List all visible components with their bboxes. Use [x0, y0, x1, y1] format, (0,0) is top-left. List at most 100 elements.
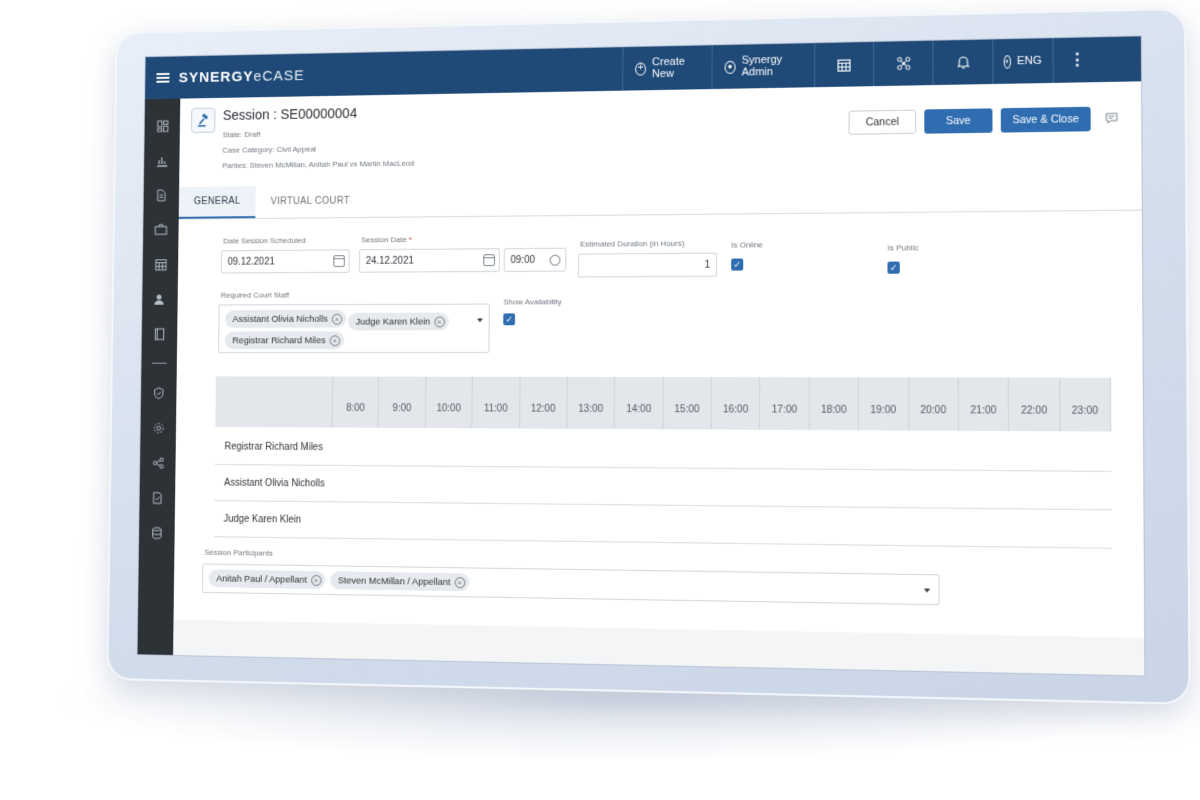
hour-column: 11:00 [472, 376, 521, 429]
grid-corner-cell [215, 376, 334, 428]
date-scheduled-value: 09.12.2021 [227, 256, 275, 268]
is-public-checkbox[interactable]: ✓ [887, 261, 900, 274]
remove-chip-icon[interactable]: × [331, 313, 343, 325]
hour-column: 19:00 [858, 377, 909, 431]
is-online-label: Is Online [731, 240, 763, 250]
participants-select[interactable]: Anitah Paul / Appellant × Steven McMilla… [202, 563, 940, 606]
hour-column: 14:00 [615, 376, 664, 430]
session-time-field[interactable]: 09:00 [503, 247, 567, 272]
shield-icon[interactable] [141, 375, 177, 410]
hamburger-menu-icon[interactable] [156, 72, 170, 83]
session-date-label-text: Session Date [361, 235, 407, 245]
dropdown-arrow-icon[interactable] [477, 318, 483, 323]
staff-row-name: Judge Karen Klein [223, 513, 302, 526]
date-scheduled-field[interactable]: 09.12.2021 [220, 249, 350, 274]
date-scheduled-label: Date Session Scheduled [223, 236, 306, 246]
staff-chip: Judge Karen Klein × [347, 312, 449, 331]
users-icon[interactable] [142, 281, 178, 316]
monitor-frame: SYNERGYeCASE + Create New ● Synergy Admi… [106, 7, 1191, 705]
more-options-button[interactable]: ⋮ [1052, 37, 1101, 83]
case-parties: Parties: Steven McMillan, Anitah Paul vs… [222, 158, 415, 171]
create-new-button[interactable]: + Create New [622, 45, 712, 91]
hour-column: 16:00 [711, 377, 761, 430]
calendar-icon[interactable] [143, 247, 179, 282]
checklist-icon[interactable] [139, 480, 175, 515]
user-menu[interactable]: ● Synergy Admin [711, 43, 815, 90]
staff-chip-label: Judge Karen Klein [355, 316, 431, 328]
globe-icon: ◐ [1004, 54, 1011, 69]
table-row[interactable]: Judge Karen Klein [213, 501, 1112, 549]
remove-chip-icon[interactable]: × [310, 574, 322, 586]
language-selector[interactable]: ◐ ENG [992, 38, 1053, 85]
calendar-grid-icon [837, 58, 850, 71]
more-vertical-icon: ⋮ [1068, 51, 1086, 70]
show-availability-label: Show Availability [503, 297, 562, 307]
required-staff-select[interactable]: Assistant Olivia Nicholls × Judge Karen … [218, 303, 490, 354]
remove-chip-icon[interactable]: × [434, 316, 445, 327]
hour-column: 13:00 [567, 376, 616, 429]
participant-chip: Steven McMillan / Appellant × [330, 571, 470, 592]
save-button[interactable]: Save [924, 108, 993, 134]
dropdown-arrow-icon[interactable] [923, 588, 931, 593]
case-category: Case Category: Civil Appeal [222, 144, 317, 155]
hour-column: 17:00 [760, 377, 810, 430]
duration-value: 1 [704, 259, 711, 271]
create-new-label: Create New [652, 55, 685, 81]
participants-label: Session Participants [204, 547, 273, 558]
user-icon: ● [724, 60, 736, 74]
calendar-picker-icon[interactable] [483, 254, 495, 267]
cancel-button[interactable]: Cancel [848, 109, 917, 135]
session-date-field[interactable]: 24.12.2021 [358, 248, 500, 273]
left-sidebar [137, 98, 181, 657]
tab-general[interactable]: GENERAL [178, 186, 256, 219]
hour-column: 23:00 [1059, 377, 1112, 432]
sidebar-divider [151, 362, 167, 364]
network-icon [896, 56, 910, 70]
comments-icon[interactable] [1105, 112, 1118, 127]
workflow-icon[interactable] [140, 445, 176, 480]
calendar-picker-icon[interactable] [333, 255, 345, 268]
hour-column: 22:00 [1009, 377, 1061, 432]
hour-column: 9:00 [378, 376, 426, 429]
session-date-value: 24.12.2021 [365, 255, 414, 267]
session-time-value: 09:00 [510, 254, 535, 266]
remove-chip-icon[interactable]: × [329, 334, 341, 346]
clock-icon[interactable] [549, 254, 561, 266]
apps-button[interactable] [873, 40, 933, 87]
participant-chip-label: Steven McMillan / Appellant [337, 574, 451, 588]
app-screen: SYNERGYeCASE + Create New ● Synergy Admi… [136, 35, 1146, 677]
hour-column: 12:00 [519, 376, 568, 429]
hour-column: 10:00 [425, 376, 473, 429]
hour-column: 20:00 [908, 377, 959, 431]
book-icon[interactable] [142, 316, 178, 351]
required-marker: * [408, 235, 412, 244]
gavel-icon [190, 107, 216, 133]
reports-icon[interactable] [144, 143, 180, 178]
staff-row-name: Registrar Richard Miles [224, 441, 323, 453]
dashboard-icon[interactable] [145, 108, 181, 143]
is-online-checkbox[interactable]: ✓ [731, 258, 744, 271]
bell-icon [957, 55, 969, 69]
app-logo[interactable]: SYNERGYeCASE [179, 67, 305, 86]
page-title: Session : SE00000004 [222, 105, 358, 123]
record-header: Session : SE00000004 State: Draft Case C… [179, 81, 1141, 187]
staff-chip-label: Assistant Olivia Nicholls [232, 313, 328, 325]
documents-icon[interactable] [144, 177, 180, 212]
database-icon[interactable] [139, 515, 175, 551]
show-availability-checkbox[interactable]: ✓ [503, 313, 516, 326]
logo-bold-text: SYNERGY [178, 67, 254, 86]
availability-grid-header: 8:00 9:00 10:00 11:00 12:00 13:00 14:00 … [215, 376, 1112, 432]
save-close-button[interactable]: Save & Close [1000, 106, 1091, 133]
briefcase-icon[interactable] [143, 212, 179, 247]
tab-virtual-court[interactable]: VIRTUAL COURT [255, 185, 365, 218]
duration-label: Estimated Duration (in Hours) [580, 238, 685, 249]
calendar-button[interactable] [814, 41, 874, 88]
gear-icon[interactable] [140, 410, 176, 445]
notifications-button[interactable] [932, 39, 993, 86]
session-date-label: Session Date * [361, 235, 412, 244]
is-public-label: Is Public [887, 243, 919, 253]
language-label: ENG [1016, 54, 1042, 68]
hour-column: 21:00 [958, 377, 1010, 432]
remove-chip-icon[interactable]: × [454, 576, 466, 588]
duration-field[interactable]: 1 [577, 252, 718, 278]
